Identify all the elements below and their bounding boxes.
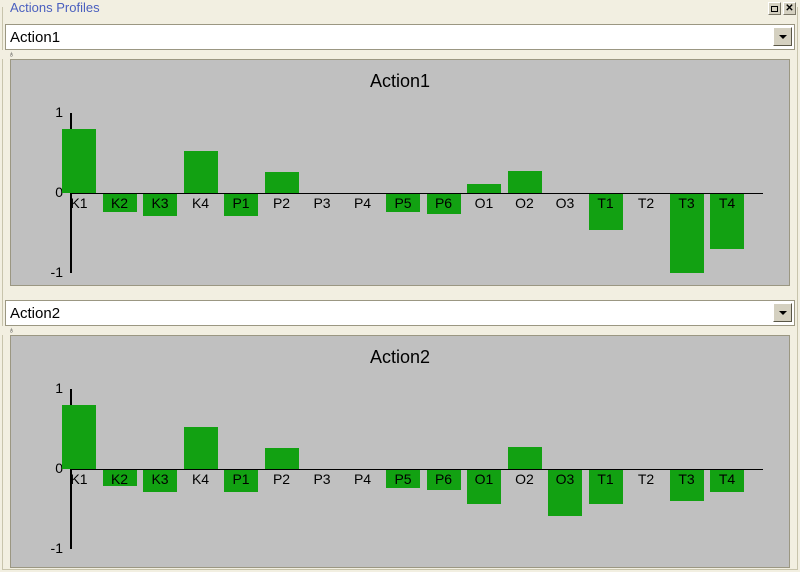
plot-area-2: 1 0 -1 K1 K2 K3 K4 P1 P2 P3 P4 P5 P6 O1 O2 O3 T1 T2 T3 T4 — [11, 336, 789, 567]
x-tick-label: T4 — [718, 471, 736, 487]
bar — [62, 129, 96, 193]
chevron-down-icon[interactable] — [773, 303, 792, 322]
bar — [264, 172, 299, 193]
bar — [62, 405, 96, 469]
restore-icon — [771, 5, 778, 12]
close-icon: ✕ — [785, 2, 794, 14]
combo-value-1: Action1 — [10, 28, 61, 46]
x-tick-label: T4 — [718, 195, 736, 211]
splitter-1[interactable]: ♁ — [1, 50, 795, 59]
bar — [183, 150, 218, 193]
chart-panel-1: Action1 1 0 -1 K1 K2 K3 K4 P1 P2 P3 P4 P5 P6 O1 O2 O3 T1… — [10, 59, 790, 286]
splitter-2[interactable]: ♁ — [1, 326, 795, 335]
action-profile-select-1[interactable]: Action1 — [5, 24, 795, 50]
combo-field-2[interactable]: Action2 — [6, 301, 794, 325]
bar — [183, 426, 218, 469]
close-button[interactable]: ✕ — [783, 2, 796, 15]
caret-triangle — [778, 310, 787, 315]
window-controls: ✕ — [768, 2, 796, 15]
y-tick-label: 1 — [55, 380, 63, 396]
caret-triangle — [778, 34, 787, 39]
action-profile-select-2[interactable]: Action2 — [5, 300, 795, 326]
chevron-down-icon[interactable] — [773, 27, 792, 46]
bar — [467, 184, 501, 193]
chart-panel-2: Action2 1 0 -1 K1 K2 K3 K4 P1 P2 P3 P4 P5 P6 O1 O2 O3 T1… — [10, 335, 790, 568]
groupbox-title: Actions Profiles — [8, 0, 103, 15]
combo-field-1[interactable]: Action1 — [6, 25, 794, 49]
bar — [507, 171, 542, 193]
bar — [264, 448, 299, 469]
combo-value-2: Action2 — [10, 304, 61, 322]
restore-button[interactable] — [768, 2, 781, 15]
bar — [507, 447, 542, 469]
y-tick-label: 1 — [55, 104, 63, 120]
splitter-grip-icon: ♁ — [8, 49, 15, 59]
plot-area-1: 1 0 -1 K1 K2 K3 K4 P1 P2 P3 P4 P5 P6 O1 O2 O3 T1 T2 T3 T4 — [11, 60, 789, 285]
app-root: Actions Profiles ✕ Action1 ♁ Action1 10-… — [0, 0, 800, 572]
splitter-grip-icon: ♁ — [8, 325, 15, 335]
y-tick-label: -1 — [50, 540, 63, 556]
y-tick-label: -1 — [50, 264, 63, 280]
